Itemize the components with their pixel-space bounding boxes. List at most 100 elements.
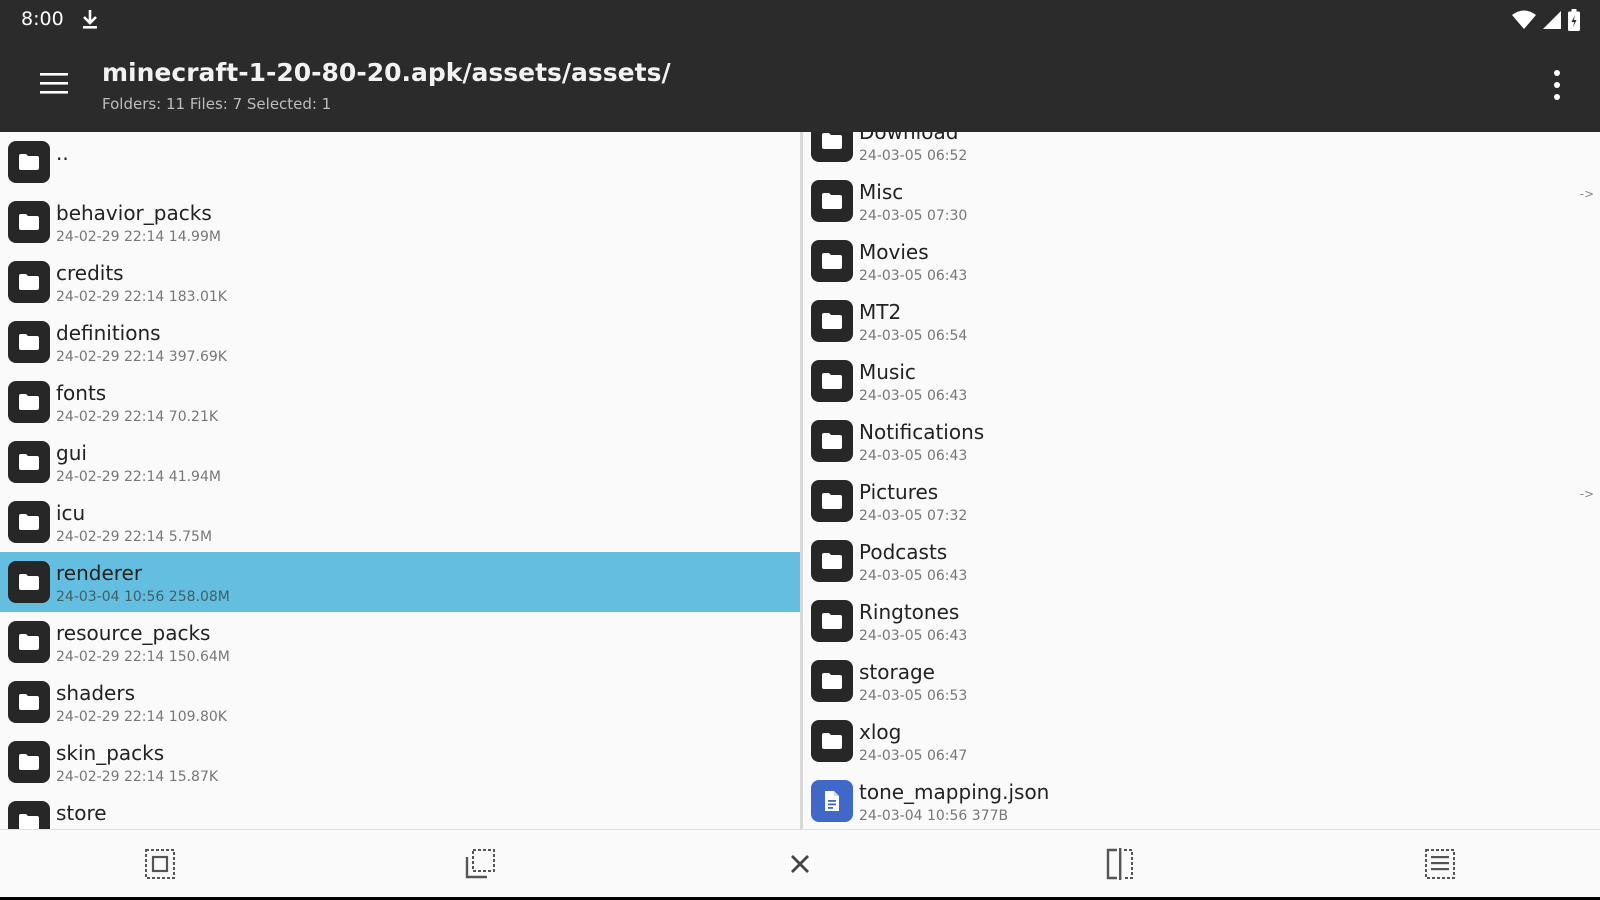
more-options-icon[interactable]	[1550, 68, 1564, 102]
item-meta: 24-03-05 06:53	[859, 688, 968, 704]
folder-icon	[811, 420, 853, 462]
list-item[interactable]: Pictures 24-03-05 07:32 ->	[803, 471, 1600, 531]
list-view-icon[interactable]	[1423, 847, 1457, 881]
folder-icon	[8, 501, 50, 543]
item-meta: 24-03-05 06:47	[859, 748, 968, 764]
list-item[interactable]: definitions 24-02-29 22:14 397.69K	[0, 312, 800, 372]
list-item[interactable]: store	[0, 792, 800, 829]
list-item[interactable]: Misc 24-03-05 07:30 ->	[803, 171, 1600, 231]
path-title: minecraft-1-20-80-20.apk/assets/assets/	[102, 58, 671, 87]
item-meta: 24-02-29 22:14 150.64M	[56, 649, 230, 665]
bottom-toolbar	[0, 829, 1600, 897]
folder-icon	[8, 141, 50, 183]
list-item[interactable]: gui 24-02-29 22:14 41.94M	[0, 432, 800, 492]
item-meta: 24-03-04 10:56 258.08M	[56, 589, 230, 605]
list-item[interactable]: Movies 24-03-05 06:43	[803, 231, 1600, 291]
item-link-arrow: ->	[1579, 487, 1594, 501]
item-link-arrow: ->	[1579, 187, 1594, 201]
item-name: fonts	[56, 381, 107, 405]
item-name: resource_packs	[56, 621, 211, 645]
folder-icon	[811, 132, 853, 162]
left-file-pane[interactable]: .. behavior_packs 24-02-29 22:14 14.99M …	[0, 132, 800, 829]
folder-icon	[811, 720, 853, 762]
list-item[interactable]: MT2 24-03-05 06:54	[803, 291, 1600, 351]
hamburger-menu-icon[interactable]	[38, 70, 70, 96]
list-item[interactable]: shaders 24-02-29 22:14 109.80K	[0, 672, 800, 732]
item-meta: 24-03-05 06:43	[859, 388, 968, 404]
item-name: store	[56, 801, 107, 825]
folder-icon	[811, 240, 853, 282]
item-meta: 24-03-04 10:56 377B	[859, 808, 1009, 824]
folder-summary: Folders: 11 Files: 7 Selected: 1	[102, 95, 332, 113]
split-view-icon[interactable]	[1103, 847, 1137, 881]
item-meta: 24-02-29 22:14 109.80K	[56, 709, 227, 725]
status-bar: 8:00	[0, 0, 1600, 40]
list-item[interactable]: Podcasts 24-03-05 06:43	[803, 531, 1600, 591]
folder-icon	[8, 621, 50, 663]
item-name: renderer	[56, 561, 143, 585]
item-name: Podcasts	[859, 540, 948, 564]
item-meta: 24-02-29 22:14 14.99M	[56, 229, 221, 245]
folder-icon	[8, 681, 50, 723]
folder-icon	[8, 261, 50, 303]
item-name: MT2	[859, 300, 902, 324]
item-meta: 24-03-05 06:52	[859, 148, 968, 164]
status-time: 8:00	[21, 8, 64, 30]
item-meta: 24-02-29 22:14 183.01K	[56, 289, 227, 305]
list-item[interactable]: Ringtones 24-03-05 06:43	[803, 591, 1600, 651]
folder-icon	[8, 441, 50, 483]
item-meta: 24-02-29 22:14 397.69K	[56, 349, 227, 365]
folder-icon	[811, 480, 853, 522]
list-item[interactable]: tone_mapping.json 24-03-04 10:56 377B	[803, 771, 1600, 829]
right-file-pane[interactable]: Download 24-03-05 06:52 Misc 24-03-05 07…	[803, 132, 1600, 829]
battery-icon	[1568, 9, 1580, 31]
item-meta: 24-02-29 22:14 70.21K	[56, 409, 219, 425]
signal-icon	[1543, 11, 1561, 29]
item-meta: 24-03-05 06:43	[859, 448, 968, 464]
list-item[interactable]: Download 24-03-05 06:52	[803, 132, 1600, 171]
list-item[interactable]: icu 24-02-29 22:14 5.75M	[0, 492, 800, 552]
folder-icon	[8, 201, 50, 243]
item-meta: 24-03-05 07:32	[859, 508, 968, 524]
item-name: Ringtones	[859, 600, 960, 624]
item-meta: 24-03-05 06:43	[859, 628, 968, 644]
file-document-icon	[811, 780, 853, 822]
folder-icon	[811, 300, 853, 342]
item-name: gui	[56, 441, 87, 465]
list-item[interactable]: resource_packs 24-02-29 22:14 150.64M	[0, 612, 800, 672]
list-item[interactable]: storage 24-03-05 06:53	[803, 651, 1600, 711]
item-name: icu	[56, 501, 86, 525]
item-name: definitions	[56, 321, 161, 345]
folder-icon	[811, 660, 853, 702]
folder-icon	[8, 321, 50, 363]
item-name: Download	[859, 132, 959, 144]
list-item-selected[interactable]: renderer 24-03-04 10:56 258.08M	[0, 552, 800, 612]
folder-icon	[8, 561, 50, 603]
item-meta: 24-02-29 22:14 41.94M	[56, 469, 221, 485]
item-meta: 24-03-05 06:43	[859, 568, 968, 584]
list-item[interactable]: behavior_packs 24-02-29 22:14 14.99M	[0, 192, 800, 252]
list-item[interactable]: xlog 24-03-05 06:47	[803, 711, 1600, 771]
list-item[interactable]: skin_packs 24-02-29 22:14 15.87K	[0, 732, 800, 792]
folder-icon	[811, 600, 853, 642]
item-meta: 24-03-05 07:30	[859, 208, 968, 224]
list-item[interactable]: Notifications 24-03-05 06:43	[803, 411, 1600, 471]
select-all-icon[interactable]	[143, 847, 177, 881]
folder-icon	[811, 180, 853, 222]
item-name: Music	[859, 360, 916, 384]
list-item-parent[interactable]: ..	[0, 132, 800, 192]
app-bar: minecraft-1-20-80-20.apk/assets/assets/ …	[0, 40, 1600, 132]
list-item[interactable]: Music 24-03-05 06:43	[803, 351, 1600, 411]
item-name: xlog	[859, 720, 902, 744]
item-name: skin_packs	[56, 741, 165, 765]
system-icons	[1512, 9, 1580, 31]
close-icon[interactable]	[783, 847, 817, 881]
item-meta: 24-03-05 06:54	[859, 328, 968, 344]
copy-icon[interactable]	[463, 847, 497, 881]
item-name: behavior_packs	[56, 201, 212, 225]
folder-icon	[8, 381, 50, 423]
download-icon	[83, 10, 97, 29]
list-item[interactable]: credits 24-02-29 22:14 183.01K	[0, 252, 800, 312]
folder-icon	[811, 540, 853, 582]
list-item[interactable]: fonts 24-02-29 22:14 70.21K	[0, 372, 800, 432]
